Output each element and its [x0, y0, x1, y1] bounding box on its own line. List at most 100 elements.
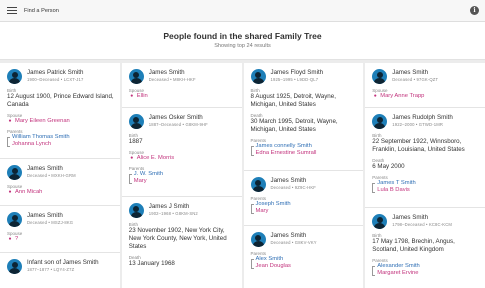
person-avatar-icon — [250, 177, 266, 192]
person-card[interactable]: James Smith 1798–Deceased • KC8C-KCM Bir… — [365, 208, 485, 288]
hamburger-menu-icon[interactable] — [7, 6, 17, 15]
mother-link[interactable]: Margaret Ervine — [377, 270, 420, 277]
person-avatar-icon — [7, 212, 22, 227]
death-value: 13 January 1968 — [128, 260, 175, 267]
female-icon: ● — [8, 118, 12, 124]
person-card[interactable]: James Smith Deceased • G8KV-VKY Parents … — [243, 226, 364, 288]
birth-value: 17 May 1798, Brechin, Angus, Scotland, U… — [372, 238, 455, 253]
mother-link[interactable]: Johanna Lynch — [12, 141, 70, 148]
person-lifespan-id: Deceased • MSZJ-8KG — [27, 219, 74, 225]
person-card[interactable]: James J Smith 1902–1968 • G8KM-SN2 Birth… — [121, 197, 242, 288]
person-name: James Smith — [27, 165, 63, 172]
person-name: James Smith — [270, 232, 307, 239]
person-card[interactable]: Infant son of James Smith 1877–1877 • LQ… — [0, 253, 120, 288]
person-lifespan-id: 1900–Deceased • LCXT-J17 — [27, 76, 84, 82]
results-count: Showing top 24 results — [214, 43, 271, 49]
spouse-link[interactable]: ● Alice E. Morris — [129, 155, 236, 162]
birth-value: 1887 — [128, 138, 143, 145]
person-lifespan-id: Deceased • MXKH-GRM — [27, 172, 76, 178]
results-column-3: James Floyd Smith 1925–1995 • L9DD-QL7 B… — [243, 63, 364, 288]
results-grid: James Patrick Smith 1900–Deceased • LCXT… — [0, 63, 485, 288]
parents-bracket — [250, 259, 254, 269]
female-icon: ● — [8, 189, 12, 195]
person-name: James Smith — [392, 69, 429, 76]
unknown-gender-icon: ● — [8, 236, 12, 242]
person-avatar-icon — [372, 114, 388, 129]
person-lifespan-id: 1798–Deceased • KC8C-KCM — [392, 221, 453, 227]
spouse-link[interactable]: ● Mary Anne Trapp — [372, 93, 479, 100]
person-lifespan-id: 1887–Deceased • G8KM-9HF — [148, 121, 208, 127]
person-lifespan-id: Deceased • 97GK-QZT — [392, 76, 439, 82]
spouse-link[interactable]: ● Mary Eileen Greenan — [7, 118, 114, 125]
mother-link[interactable]: Mary — [134, 178, 163, 185]
person-card[interactable]: James Floyd Smith 1925–1995 • L9DD-QL7 B… — [243, 63, 364, 170]
person-card[interactable]: James Patrick Smith 1900–Deceased • LCXT… — [0, 63, 120, 158]
person-name: James J Smith — [148, 203, 190, 210]
results-header: People found in the shared Family Tree S… — [0, 22, 485, 60]
person-name: James Smith — [27, 212, 63, 219]
person-card[interactable]: James Smith Deceased • M8KH-HKF Spouse ●… — [121, 63, 242, 107]
person-lifespan-id: 1922–2000 • GTWD-1MR — [392, 121, 444, 127]
father-link[interactable]: Joseph Smith — [256, 201, 291, 208]
mother-link[interactable]: Edna Ernestine Sumrall — [256, 150, 317, 157]
app-title: Find a Person — [24, 7, 59, 14]
father-link[interactable]: James T Smith — [377, 180, 415, 187]
female-icon: ● — [130, 93, 134, 99]
person-lifespan-id: Deceased • 9Z9C-HKF — [270, 184, 317, 190]
spouse-link[interactable]: ● Ellin — [129, 93, 236, 100]
father-link[interactable]: William Thomas Smith — [12, 134, 70, 141]
father-link[interactable]: James connelly Smith — [256, 143, 317, 150]
spouse-link[interactable]: ●? — [7, 236, 114, 243]
birth-value: 12 August 1900, Prince Edward Island, Ca… — [7, 93, 114, 108]
person-avatar-icon — [128, 114, 144, 129]
person-name: James Smith — [392, 214, 429, 221]
female-icon: ● — [373, 93, 377, 99]
person-card[interactable]: James Smith Deceased • 97GK-QZT Spouse ●… — [365, 63, 485, 107]
results-column-1: James Patrick Smith 1900–Deceased • LCXT… — [0, 63, 120, 288]
death-value: 6 May 2000 — [372, 163, 405, 170]
person-lifespan-id: Deceased • G8KV-VKY — [270, 239, 317, 245]
person-card[interactable]: James Smith Deceased • MXKH-GRM Spouse ●… — [0, 159, 120, 205]
person-avatar-icon — [250, 69, 266, 84]
parents-bracket — [250, 204, 254, 214]
person-card[interactable]: James Smith Deceased • 9Z9C-HKF Parents … — [243, 171, 364, 225]
person-lifespan-id: 1902–1968 • G8KM-SN2 — [148, 210, 198, 216]
mother-link[interactable]: Jean Douglas — [256, 263, 291, 270]
person-avatar-icon — [7, 259, 22, 274]
person-avatar-icon — [7, 69, 22, 84]
mother-link[interactable]: Lula B Davis — [377, 187, 415, 194]
results-title: People found in the shared Family Tree — [163, 31, 322, 41]
person-lifespan-id: 1877–1877 • LQY4-Z7Z — [27, 266, 75, 272]
person-lifespan-id: Deceased • M8KH-HKF — [148, 76, 196, 82]
person-card[interactable]: James Rudolph Smith 1922–2000 • GTWD-1MR… — [365, 108, 485, 207]
father-link[interactable]: Alexander Smith — [377, 263, 420, 270]
person-name: James Smith — [148, 69, 185, 76]
person-avatar-icon — [7, 165, 22, 180]
father-link[interactable]: Alex Smith — [256, 256, 291, 263]
female-icon: ● — [130, 155, 134, 161]
person-name: James Floyd Smith — [270, 69, 324, 76]
person-avatar-icon — [250, 232, 266, 247]
person-avatar-icon — [372, 214, 388, 229]
results-column-2: James Smith Deceased • M8KH-HKF Spouse ●… — [121, 63, 242, 288]
person-card[interactable]: James Smith Deceased • MSZJ-8KG Spouse ●… — [0, 206, 120, 252]
info-icon[interactable]: i — [470, 6, 479, 15]
death-value: 30 March 1995, Detroit, Wayne, Michigan,… — [250, 118, 338, 133]
parents-bracket — [372, 266, 376, 276]
person-avatar-icon — [128, 203, 144, 218]
person-avatar-icon — [128, 69, 144, 84]
results-column-4: James Smith Deceased • 97GK-QZT Spouse ●… — [365, 63, 485, 288]
spouse-link[interactable]: ● Ann Micah — [7, 189, 114, 196]
birth-value: 8 August 1925, Detroit, Wayne, Michigan,… — [250, 93, 336, 108]
person-name: James Smith — [270, 177, 307, 184]
birth-value: 23 November 1902, New York City, New Yor… — [128, 227, 227, 250]
person-lifespan-id: 1925–1995 • L9DD-QL7 — [270, 76, 319, 82]
person-name: Infant son of James Smith — [27, 259, 99, 266]
birth-value: 22 September 1922, Winnsboro, Franklin, … — [372, 138, 465, 153]
app-bar: Find a Person i — [0, 0, 485, 22]
person-name: James Osker Smith — [148, 114, 203, 121]
mother-link[interactable]: Mary — [256, 208, 291, 215]
parents-bracket — [128, 174, 132, 184]
father-link[interactable]: J. W. Smith — [134, 171, 163, 178]
person-card[interactable]: James Osker Smith 1887–Deceased • G8KM-9… — [121, 108, 242, 196]
